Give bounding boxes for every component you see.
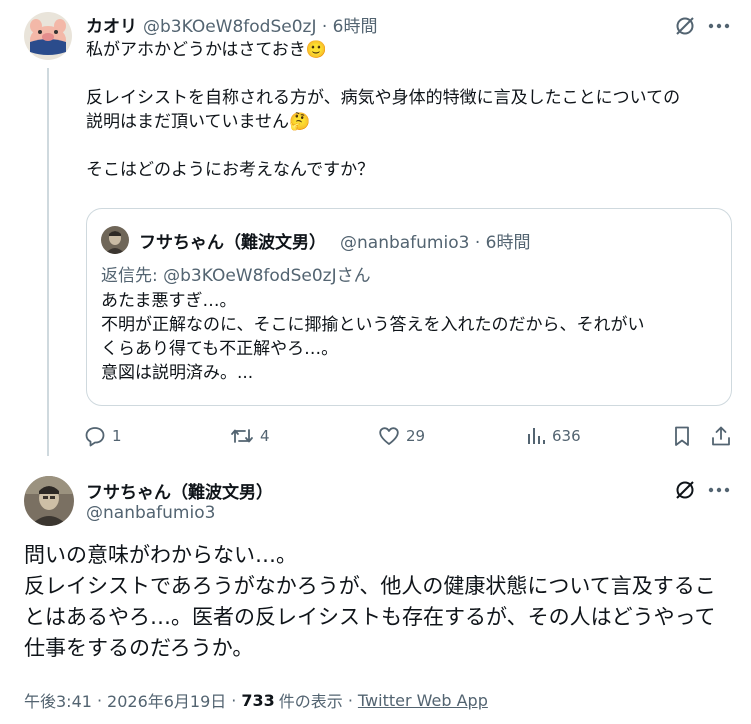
bookmark-button[interactable] xyxy=(672,422,692,450)
quoted-line: 意図は説明済み。... xyxy=(101,363,254,383)
display-name[interactable]: カオリ xyxy=(86,12,137,37)
quoted-display-name: フサちゃん（難波文男） xyxy=(139,232,326,253)
tweet-metadata: 午後3:41 · 2026年6月19日 · 733 件の表示 · Twitter… xyxy=(24,688,488,712)
tweet-line: 問いの意味がわからない…。 xyxy=(24,543,297,567)
views-button[interactable]: 636 xyxy=(526,422,581,450)
quoted-line: 不明が正解なのに、そこに揶揄という答えを入れたのだから、それがい xyxy=(101,315,645,335)
tweet-line: 反レイシストであろうがなかろうが、他人の健康状態について言及するこ xyxy=(24,574,716,598)
tweet-header: カオリ @b3KOeW8fodSe0zJ · 6時間 xyxy=(86,12,378,37)
analytics-icon xyxy=(528,428,545,444)
tweet-line: とはあるやろ…。医者の反レイシストも存在するが、その人はどうやって xyxy=(24,605,716,629)
share-button[interactable] xyxy=(710,422,732,450)
tweet-text: 問いの意味がわからない…。 反レイシストであろうがなかろうが、他人の健康状態につ… xyxy=(24,540,736,664)
grok-icon[interactable] xyxy=(668,478,702,502)
separator: · xyxy=(347,690,353,710)
grok-icon[interactable] xyxy=(668,14,702,38)
display-name[interactable]: フサちゃん（難波文男） xyxy=(86,478,273,503)
reply-icon xyxy=(85,427,105,447)
retweet-button[interactable]: 4 xyxy=(230,422,270,450)
retweet-count: 4 xyxy=(260,427,270,445)
quoted-tweet-text: あたま悪すぎ…。 不明が正解なのに、そこに揶揄という答えを入れたのだから、それが… xyxy=(101,289,721,385)
reply-button[interactable]: 1 xyxy=(84,422,122,450)
avatar[interactable] xyxy=(24,12,72,60)
separator: · xyxy=(231,690,237,710)
tweet-paragraph: 私がアホかどうかはさておき🙂 xyxy=(86,40,327,60)
tweet-paragraph: 反レイシストを自称される方が、病気や身体的特徴に言及したことについての 説明はま… xyxy=(86,88,681,132)
separator: · xyxy=(96,690,103,710)
quoted-handle-and-time: @nanbafumio3 · 6時間 xyxy=(340,232,531,253)
tweet-header-actions xyxy=(668,14,736,38)
tweet-paragraph: そこはどのようにお考えなんですか？ xyxy=(86,160,375,180)
like-button[interactable]: 29 xyxy=(378,422,425,450)
more-options-icon[interactable] xyxy=(702,478,736,502)
quoted-line: あたま悪すぎ…。 xyxy=(101,291,237,311)
post-time[interactable]: 午後3:41 xyxy=(24,688,92,712)
quoted-reply-to: 返信先: @b3KOeW8fodSe0zJさん xyxy=(101,266,371,286)
handle[interactable]: @nanbafumio3 xyxy=(86,503,215,523)
bookmark-icon xyxy=(675,426,689,446)
like-count: 29 xyxy=(406,427,426,445)
heart-icon xyxy=(379,427,399,445)
handle-and-time[interactable]: @b3KOeW8fodSe0zJ · 6時間 xyxy=(143,12,378,37)
post-date[interactable]: 2026年6月19日 xyxy=(107,688,226,712)
reply-count: 1 xyxy=(112,427,122,445)
quoted-line: くらあり得ても不正解やろ…。 xyxy=(101,339,339,359)
source-link[interactable]: Twitter Web App xyxy=(358,691,488,710)
quoted-avatar xyxy=(101,226,129,254)
tweet-header-actions xyxy=(668,478,736,502)
quoted-tweet-header: フサちゃん（難波文男） @nanbafumio3 · 6時間 xyxy=(101,226,530,254)
views-number: 733 xyxy=(241,690,275,710)
tweet-line: 仕事をするのだろうか。 xyxy=(24,636,254,660)
tweet-action-bar: 1 4 29 636 xyxy=(84,422,744,450)
avatar[interactable] xyxy=(24,476,74,526)
share-icon xyxy=(712,426,730,446)
thread-connector-line xyxy=(47,68,49,456)
quoted-tweet-card[interactable]: フサちゃん（難波文男） @nanbafumio3 · 6時間 返信先: @b3K… xyxy=(86,208,732,406)
retweet-icon xyxy=(231,429,253,443)
views-label: 件の表示 xyxy=(278,692,343,711)
tweet-text: 私がアホかどうかはさておき🙂 反レイシストを自称される方が、病気や身体的特徴に言… xyxy=(86,38,736,182)
views-count: 636 xyxy=(552,427,581,445)
more-options-icon[interactable] xyxy=(702,14,736,38)
